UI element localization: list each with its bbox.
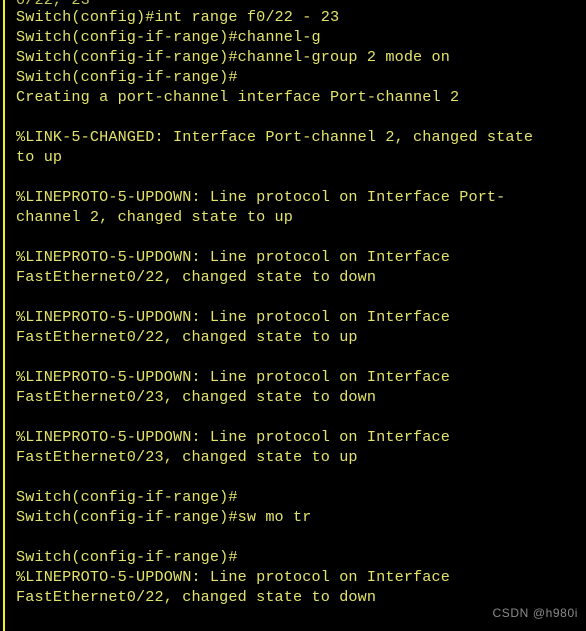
watermark: CSDN @h980i — [492, 606, 578, 620]
console-line: channel 2, changed state to up — [16, 208, 294, 226]
console-line: FastEthernet0/23, changed state to down — [16, 388, 377, 406]
console-line: %LINEPROTO-5-UPDOWN: Line protocol on — [16, 627, 586, 631]
console-line: Creating a port-channel interface Port-c… — [16, 88, 460, 106]
console-line: %LINK-5-CHANGED: Interface Port-channel … — [16, 128, 534, 146]
console-line: %LINEPROTO-5-UPDOWN: Line protocol on In… — [16, 368, 450, 386]
console-output[interactable]: 0/22, 23Switch(config)#int range f0/22 -… — [16, 0, 586, 631]
console-line: to up — [16, 148, 63, 166]
console-line: Switch(config-if-range)#sw mo tr — [16, 508, 312, 526]
console-line: %LINEPROTO-5-UPDOWN: Line protocol on In… — [16, 308, 450, 326]
console-line: %LINEPROTO-5-UPDOWN: Line protocol on In… — [16, 248, 450, 266]
console-line: Switch(config-if-range)#channel-g — [16, 28, 321, 46]
console-line: 0/22, 23 — [16, 0, 586, 7]
left-edge-rail — [3, 0, 5, 631]
console-line: FastEthernet0/22, changed state to down — [16, 588, 377, 606]
console-line: FastEthernet0/22, changed state to down — [16, 268, 377, 286]
console-line: %LINEPROTO-5-UPDOWN: Line protocol on In… — [16, 188, 506, 206]
console-line: Switch(config-if-range)# — [16, 68, 238, 86]
console-line: Switch(config-if-range)# — [16, 548, 238, 566]
console-line: FastEthernet0/23, changed state to up — [16, 448, 358, 466]
console-line: Switch(config-if-range)#channel-group 2 … — [16, 48, 450, 66]
terminal-window[interactable]: 0/22, 23Switch(config)#int range f0/22 -… — [0, 0, 586, 631]
console-line: %LINEPROTO-5-UPDOWN: Line protocol on In… — [16, 568, 450, 586]
console-line: %LINEPROTO-5-UPDOWN: Line protocol on In… — [16, 428, 450, 446]
console-line: FastEthernet0/22, changed state to up — [16, 328, 358, 346]
console-line: Switch(config-if-range)# — [16, 488, 238, 506]
console-line: Switch(config)#int range f0/22 - 23 — [16, 8, 340, 26]
